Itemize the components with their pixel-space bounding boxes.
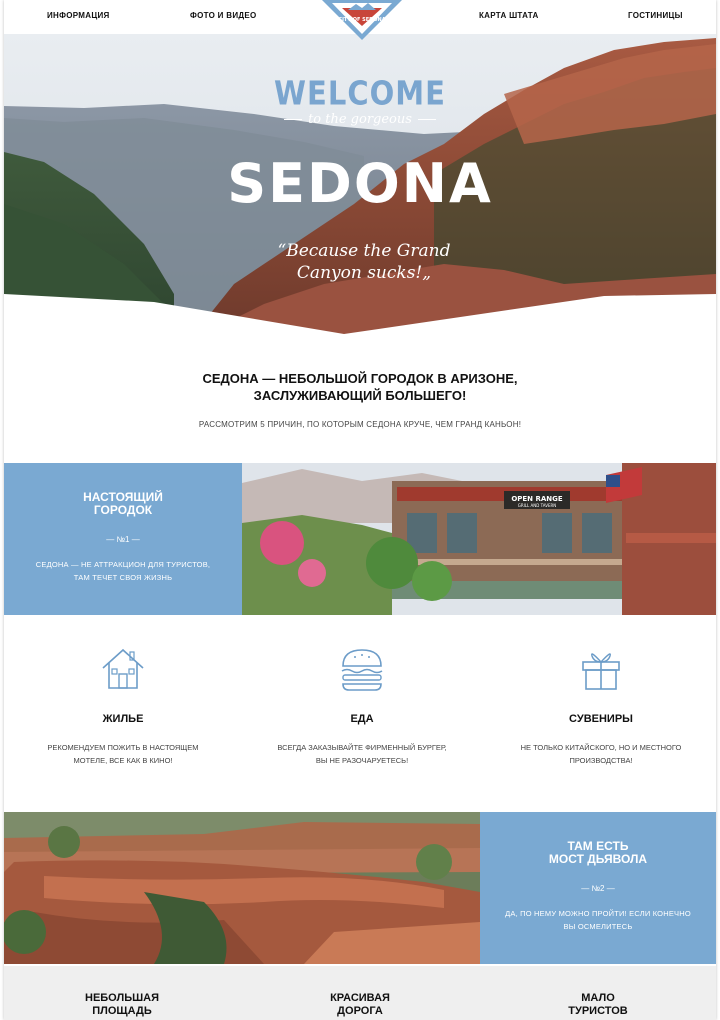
reason-heading-line: ТУРИСТОВ bbox=[568, 1005, 628, 1017]
bottom-reasons-band: НЕБОЛЬШАЯ ПЛОЩАДЬ КРАСИВАЯ ДОРОГА МАЛО Т… bbox=[4, 966, 716, 1020]
reason-heading-few-tourists: МАЛО ТУРИСТОВ bbox=[498, 992, 698, 1018]
intro-title: СЕДОНА — НЕБОЛЬШОЙ ГОРОДОК В АРИЗОНЕ, ЗА… bbox=[4, 370, 716, 404]
reason-2-number: — №2 — bbox=[581, 884, 615, 893]
reason-1-title: НАСТОЯЩИЙ ГОРОДОК bbox=[4, 491, 242, 517]
hero-quote: “Because the Grand Canyon sucks!„ bbox=[269, 240, 459, 284]
intro-subtitle: РАССМОТРИМ 5 ПРИЧИН, ПО КОТОРЫМ СЕДОНА К… bbox=[198, 420, 522, 429]
feature-text: НЕ ТОЛЬКО КИТАЙСКОГО, НО И МЕСТНОГО ПРОИ… bbox=[486, 741, 716, 767]
feature-title: ЕДА bbox=[350, 713, 374, 725]
hero-welcome: WELCOME bbox=[274, 73, 446, 113]
feature-text-line: ВСЕГДА ЗАКАЗЫВАЙТЕ ФИРМЕННЫЙ БУРГЕР, bbox=[277, 743, 447, 752]
intro-title-line: СЕДОНА — НЕБОЛЬШОЙ ГОРОДОК В АРИЗОНЕ, bbox=[202, 371, 518, 386]
city-of-sedona-logo[interactable]: CITY OF SEDONA bbox=[320, 0, 404, 42]
reason-1-panel: НАСТОЯЩИЙ ГОРОДОК — №1 — СЕДОНА — НЕ АТТ… bbox=[4, 463, 242, 615]
nav-link-hotels[interactable]: ГОСТИНИЦЫ bbox=[628, 11, 683, 20]
reason-heading-line: НЕБОЛЬШАЯ bbox=[85, 992, 159, 1004]
divider-line bbox=[284, 119, 303, 120]
reason-1-text-line: ТАМ ТЕЧЕТ СВОЯ ЖИЗНЬ bbox=[73, 573, 173, 582]
nav-link-state-map[interactable]: КАРТА ШТАТА bbox=[479, 11, 539, 20]
feature-title: ЖИЛЬЕ bbox=[102, 713, 144, 725]
hero-title: SEDONA bbox=[227, 152, 493, 215]
intro-title-line: ЗАСЛУЖИВАЮЩИЙ БОЛЬШЕГО! bbox=[253, 388, 467, 403]
feature-text-line: ВЫ НЕ РАЗОЧАРУЕТЕСЬ! bbox=[315, 756, 409, 765]
feature-text-line: МОТЕЛЕ, ВСЕ КАК В КИНО! bbox=[73, 756, 173, 765]
reason-2-text-line: ВЫ ОСМЕЛИТЕСЬ bbox=[563, 922, 633, 931]
reason-heading-line: КРАСИВАЯ bbox=[330, 992, 390, 1004]
reason-1-text: СЕДОНА — НЕ АТТРАКЦИОН ДЛЯ ТУРИСТОВ, ТАМ… bbox=[4, 558, 242, 584]
reason-heading-line: ДОРОГА bbox=[337, 1005, 383, 1017]
svg-text:CITY OF SEDONA: CITY OF SEDONA bbox=[338, 17, 385, 23]
reason-2-title: ТАМ ЕСТЬ МОСТ ДЬЯВОЛА bbox=[480, 840, 716, 866]
reason-2-panel: ТАМ ЕСТЬ МОСТ ДЬЯВОЛА — №2 — ДА, ПО НЕМУ… bbox=[480, 812, 716, 964]
feature-text: РЕКОМЕНДУЕМ ПОЖИТЬ В НАСТОЯЩЕМ МОТЕЛЕ, В… bbox=[8, 741, 238, 767]
divider-line bbox=[417, 119, 436, 120]
feature-title: СУВЕНИРЫ bbox=[569, 713, 633, 725]
feature-text-line: ПРОИЗВОДСТВА! bbox=[569, 756, 633, 765]
feature-text: ВСЕГДА ЗАКАЗЫВАЙТЕ ФИРМЕННЫЙ БУРГЕР, ВЫ … bbox=[247, 741, 477, 767]
gift-icon bbox=[582, 653, 620, 690]
sign-sub-text: GRILL AND TAVERN bbox=[518, 503, 557, 508]
feature-food: ЕДА ВСЕГДА ЗАКАЗЫВАЙТЕ ФИРМЕННЫЙ БУРГЕР,… bbox=[247, 646, 477, 767]
hero-section: WELCOME to the gorgeous SEDONA “Because … bbox=[4, 34, 716, 334]
reason-1-number: — №1 — bbox=[106, 535, 140, 544]
nav-link-photo-video[interactable]: ФОТО И ВИДЕО bbox=[190, 11, 257, 20]
feature-souvenirs: СУВЕНИРЫ НЕ ТОЛЬКО КИТАЙСКОГО, НО И МЕСТ… bbox=[486, 646, 716, 767]
hero-quote-line: Canyon sucks!„ bbox=[296, 263, 432, 283]
hero-quote-line: “Because the Grand bbox=[277, 241, 451, 261]
page: ИНФОРМАЦИЯ ФОТО И ВИДЕО КАРТА ШТАТА ГОСТ… bbox=[4, 0, 716, 1020]
devils-bridge-photo bbox=[4, 812, 480, 964]
feature-text-line: НЕ ТОЛЬКО КИТАЙСКОГО, НО И МЕСТНОГО bbox=[520, 743, 682, 752]
feature-text-line: РЕКОМЕНДУЕМ ПОЖИТЬ В НАСТОЯЩЕМ bbox=[47, 743, 199, 752]
reason-heading-line: МАЛО bbox=[581, 992, 615, 1004]
town-street-photo: OPEN RANGE GRILL AND TAVERN bbox=[242, 463, 716, 615]
reason-2-text-line: ДА, ПО НЕМУ МОЖНО ПРОЙТИ! ЕСЛИ КОНЕЧНО bbox=[505, 909, 691, 918]
reason-heading-line: ПЛОЩАДЬ bbox=[92, 1005, 152, 1017]
reason-1-text-line: СЕДОНА — НЕ АТТРАКЦИОН ДЛЯ ТУРИСТОВ, bbox=[35, 560, 211, 569]
house-icon bbox=[102, 648, 144, 689]
reason-1-title-line: ГОРОДОК bbox=[93, 503, 153, 517]
reason-heading-small-area: НЕБОЛЬШАЯ ПЛОЩАДЬ bbox=[22, 992, 222, 1018]
reason-2-text: ДА, ПО НЕМУ МОЖНО ПРОЙТИ! ЕСЛИ КОНЕЧНО В… bbox=[480, 907, 716, 933]
reason-2-title-line: МОСТ ДЬЯВОЛА bbox=[548, 852, 648, 866]
hero-subtitle-text: to the gorgeous bbox=[308, 112, 412, 127]
sign-text: OPEN RANGE bbox=[511, 495, 563, 503]
reason-heading-beautiful-road: КРАСИВАЯ ДОРОГА bbox=[260, 992, 460, 1018]
burger-icon bbox=[341, 649, 383, 691]
nav-link-info[interactable]: ИНФОРМАЦИЯ bbox=[47, 11, 110, 20]
hero-subtitle: to the gorgeous bbox=[4, 112, 716, 127]
feature-housing: ЖИЛЬЕ РЕКОМЕНДУЕМ ПОЖИТЬ В НАСТОЯЩЕМ МОТ… bbox=[8, 646, 238, 767]
